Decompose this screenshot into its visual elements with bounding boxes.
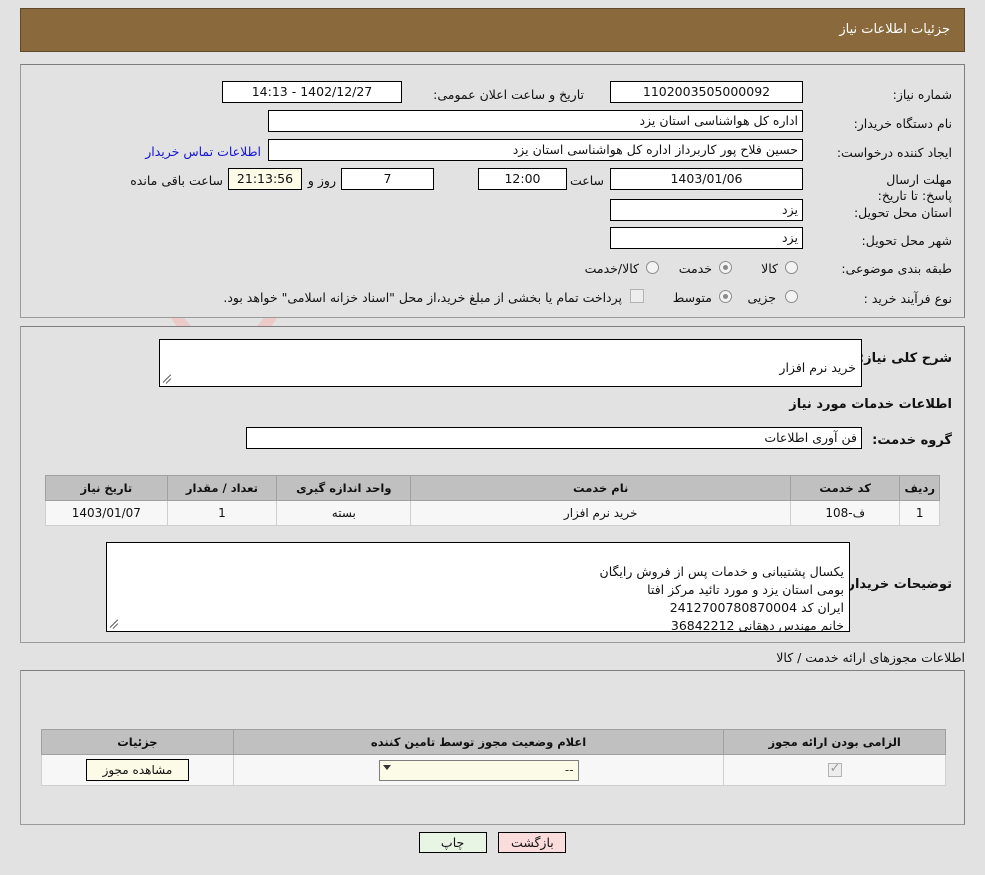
category-radio-kala-khedmat[interactable] <box>646 261 659 274</box>
th-permit-required: الزامی بودن ارائه مجوز <box>723 729 946 755</box>
resize-grip-icon <box>162 372 175 385</box>
buyer-notes-value: یکسال پشتیبانی و خدمات پس از فروش رایگان… <box>599 564 844 632</box>
page-root: AriaTender.net جزئیات اطلاعات نیاز شماره… <box>0 0 985 875</box>
request-creator-value: حسین فلاح پور کاربرداز اداره کل هواشناسی… <box>268 139 803 161</box>
back-button[interactable]: بازگشت <box>498 832 567 853</box>
print-button[interactable]: چاپ <box>418 832 487 853</box>
process-radio-motevasset[interactable] <box>719 290 732 303</box>
services-table: ردیف کد خدمت نام خدمت واحد اندازه گیری ت… <box>45 475 940 526</box>
cell-unit: بسته <box>276 500 412 526</box>
process-option-motevasset: متوسط <box>672 290 712 305</box>
view-permit-button[interactable]: مشاهده مجوز <box>85 759 190 781</box>
services-table-header-row: ردیف کد خدمت نام خدمت واحد اندازه گیری ت… <box>45 475 940 501</box>
treasury-bond-checkbox[interactable] <box>630 289 644 303</box>
footer-button-bar: بازگشت چاپ <box>0 832 985 853</box>
payment-note-text: پرداخت تمام یا بخشی از مبلغ خرید،از محل … <box>223 290 622 305</box>
th-need-date: تاریخ نیاز <box>45 475 168 501</box>
buyer-org-label: نام دستگاه خریدار: <box>853 116 952 131</box>
service-group-label: گروه خدمت: <box>872 433 952 448</box>
delivery-city-value: یزد <box>610 227 803 249</box>
cell-service-name: خرید نرم افزار <box>410 500 791 526</box>
days-label: روز و <box>307 173 336 188</box>
days-left-value: 7 <box>341 168 434 190</box>
th-service-name: نام خدمت <box>410 475 791 501</box>
permit-status-select[interactable]: -- <box>378 759 579 781</box>
category-radio-khedmat[interactable] <box>719 261 732 274</box>
process-option-jozi: جزیی <box>747 290 776 305</box>
buyer-notes-textarea[interactable]: یکسال پشتیبانی و خدمات پس از فروش رایگان… <box>106 542 850 632</box>
delivery-province-value: یزد <box>610 199 803 221</box>
deadline-date-value: 1403/01/06 <box>610 168 803 190</box>
table-row: -- مشاهده مجوز <box>41 754 946 786</box>
permit-status-value: -- <box>564 762 574 777</box>
buyer-contact-link[interactable]: اطلاعات تماس خریدار <box>145 144 261 159</box>
cell-need-date: 1403/01/07 <box>45 500 168 526</box>
cell-quantity: 1 <box>166 500 278 526</box>
announcement-value: 1402/12/27 - 14:13 <box>222 81 402 103</box>
deadline-time-value: 12:00 <box>478 168 567 190</box>
resize-grip-icon <box>109 617 122 630</box>
category-option-kala: کالا <box>761 261 778 276</box>
category-label: طبقه بندی موضوعی: <box>841 261 952 276</box>
delivery-city-label: شهر محل تحویل: <box>861 233 952 248</box>
time-left-value: 21:13:56 <box>228 168 302 190</box>
deadline-label: مهلت ارسال پاسخ: تا تاریخ: <box>877 172 952 203</box>
permits-section-caption: اطلاعات مجوزهای ارائه خدمت / کالا <box>776 650 965 665</box>
th-unit: واحد اندازه گیری <box>276 475 412 501</box>
cell-row-no: 1 <box>899 500 940 526</box>
need-number-value: 1102003505000092 <box>610 81 803 103</box>
cell-permit-details: مشاهده مجوز <box>41 754 234 786</box>
services-heading: اطلاعات خدمات مورد نیاز <box>789 397 952 412</box>
buyer-org-value: اداره کل هواشناسی استان یزد <box>268 110 803 132</box>
permits-table-header-row: الزامی بودن ارائه مجوز اعلام وضعیت مجوز … <box>41 729 946 755</box>
summary-textarea[interactable]: خرید نرم افزار <box>159 339 862 387</box>
cell-permit-required <box>723 754 946 786</box>
page-title: جزئیات اطلاعات نیاز <box>839 22 950 37</box>
category-radio-kala[interactable] <box>785 261 798 274</box>
announcement-label: تاریخ و ساعت اعلان عمومی: <box>433 87 584 102</box>
th-permit-status: اعلام وضعیت مجوز توسط تامین کننده <box>232 729 725 755</box>
summary-label: شرح کلی نیاز: <box>858 351 952 366</box>
page-header-bar: جزئیات اطلاعات نیاز <box>20 8 965 52</box>
cell-permit-status: -- <box>232 754 725 786</box>
delivery-province-label: استان محل تحویل: <box>853 205 952 220</box>
remaining-label: ساعت باقی مانده <box>130 173 223 188</box>
need-details-panel: شرح کلی نیاز: خرید نرم افزار اطلاعات خدم… <box>20 326 965 643</box>
cell-service-code: ف-108 <box>789 500 901 526</box>
buyer-notes-label: توضیحات خریدار: <box>842 577 952 592</box>
th-quantity: تعداد / مقدار <box>166 475 278 501</box>
chevron-down-icon <box>382 764 391 770</box>
request-creator-label: ایجاد کننده درخواست: <box>836 145 952 160</box>
summary-value: خرید نرم افزار <box>779 360 856 375</box>
permit-required-checkbox <box>827 761 842 778</box>
process-type-label: نوع فرآیند خرید : <box>863 291 952 306</box>
table-row: 1 ف-108 خرید نرم افزار بسته 1 1403/01/07 <box>45 500 940 526</box>
service-group-value: فن آوری اطلاعات <box>246 427 862 449</box>
th-permit-details: جزئیات <box>41 729 234 755</box>
th-row-no: ردیف <box>899 475 940 501</box>
category-option-kala-khedmat: کالا/خدمت <box>584 261 639 276</box>
permits-panel: الزامی بودن ارائه مجوز اعلام وضعیت مجوز … <box>20 670 965 825</box>
th-service-code: کد خدمت <box>789 475 901 501</box>
process-radio-jozi[interactable] <box>785 290 798 303</box>
permits-table: الزامی بودن ارائه مجوز اعلام وضعیت مجوز … <box>41 729 946 786</box>
need-info-panel: شماره نیاز: 1102003505000092 تاریخ و ساع… <box>20 64 965 318</box>
need-number-label: شماره نیاز: <box>892 87 952 102</box>
hour-label: ساعت <box>569 173 604 188</box>
category-option-khedmat: خدمت <box>678 261 712 276</box>
